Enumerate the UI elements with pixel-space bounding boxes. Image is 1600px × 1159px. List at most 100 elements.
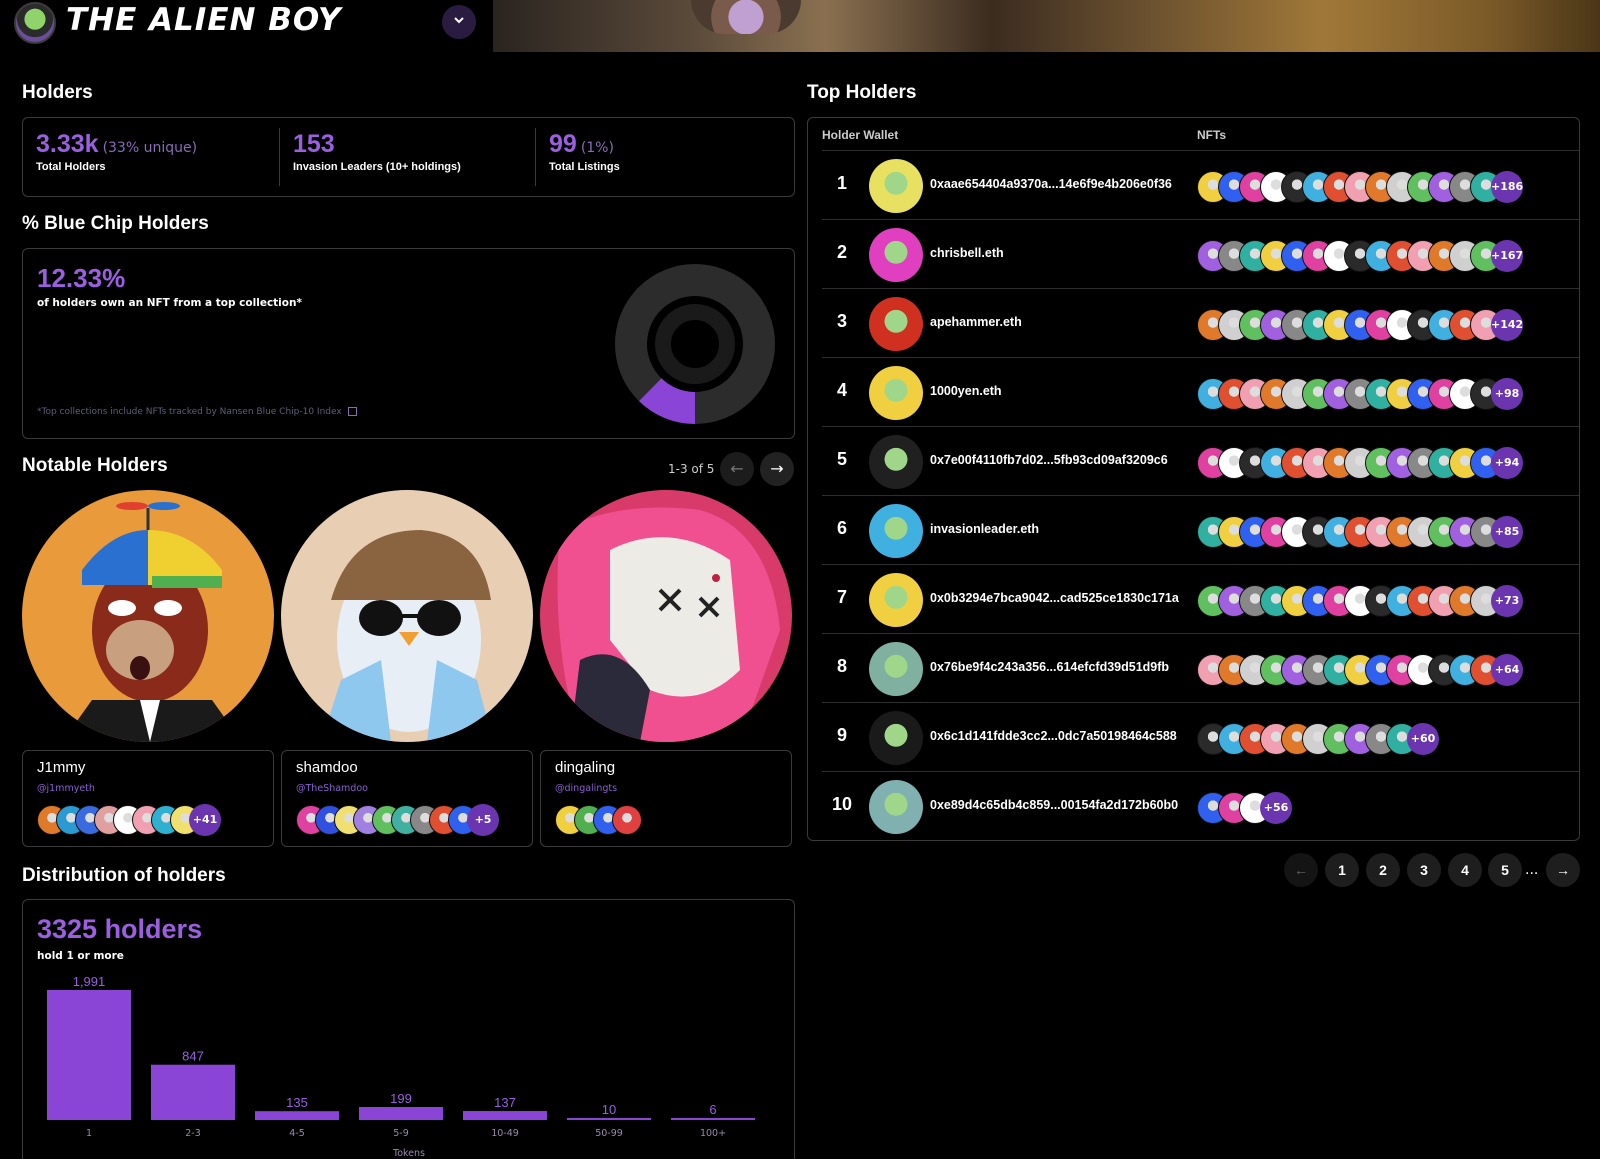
skull-art-avatar-image bbox=[540, 490, 792, 742]
page-2-button[interactable]: 2 bbox=[1366, 853, 1400, 887]
holder-rank: 6 bbox=[836, 518, 847, 538]
holder-wallet[interactable]: 1000yen.eth bbox=[930, 384, 1002, 398]
notable-holder-avatar-3[interactable] bbox=[540, 490, 792, 742]
top-holder-row[interactable]: 10 0xe89d4c65db4c859...00154fa2d172b60b0 +… bbox=[822, 771, 1579, 840]
holder-avatar[interactable] bbox=[869, 711, 923, 765]
nft-thumbnail[interactable] bbox=[612, 805, 642, 835]
total-listings-stat: 99 (1%) Total Listings bbox=[549, 130, 620, 188]
arrow-left-icon: ← bbox=[1294, 862, 1308, 878]
holder-wallet[interactable]: 0x76be9f4c243a356...614efcfd39d51d9fb bbox=[930, 660, 1169, 674]
page-3-button[interactable]: 3 bbox=[1407, 853, 1441, 887]
divider bbox=[279, 128, 280, 186]
external-link-icon[interactable] bbox=[347, 407, 357, 416]
blue-chip-note: *Top collections include NFTs tracked by… bbox=[37, 407, 357, 417]
holder-nfts: +64 bbox=[1197, 652, 1557, 686]
more-nfts-badge[interactable]: +60 bbox=[1407, 723, 1439, 755]
notable-next-button[interactable]: → bbox=[760, 452, 794, 486]
holder-avatar[interactable] bbox=[869, 780, 923, 834]
more-nfts-badge[interactable]: +56 bbox=[1260, 792, 1292, 824]
holder-wallet[interactable]: chrisbell.eth bbox=[930, 246, 1004, 260]
holder-nfts: +98 bbox=[1197, 376, 1557, 410]
collection-header: THE ALIEN BOY bbox=[0, 0, 493, 52]
total-holders-value: 3.33k bbox=[36, 130, 99, 158]
holder-wallet[interactable]: 0x7e00f4110fb7d02...5fb93cd09af3209c6 bbox=[930, 453, 1168, 467]
top-holder-row[interactable]: 7 0x0b3294e7bca9042...cad525ce1830c171a +7… bbox=[822, 564, 1579, 633]
holder-wallet[interactable]: 0xe89d4c65db4c859...00154fa2d172b60b0 bbox=[930, 798, 1178, 812]
more-nfts-badge[interactable]: +5 bbox=[467, 804, 499, 836]
more-nfts-badge[interactable]: +98 bbox=[1491, 378, 1523, 410]
holder-wallet[interactable]: 0xaae654404a9370a...14e6f9e4b206e0f36 bbox=[930, 177, 1172, 191]
notable-holders-range: 1-3 of 5 bbox=[668, 462, 715, 476]
more-nfts-badge[interactable]: +186 bbox=[1491, 171, 1523, 203]
ape-avatar-image bbox=[62, 502, 242, 742]
more-nfts-badge[interactable]: +85 bbox=[1491, 516, 1523, 548]
collection-avatar bbox=[14, 2, 56, 44]
holder-avatar[interactable] bbox=[869, 573, 923, 627]
notable-holders-title: Notable Holders bbox=[22, 455, 168, 476]
col-nfts[interactable]: NFTs bbox=[1197, 128, 1226, 142]
page-next-button[interactable]: → bbox=[1546, 853, 1580, 887]
top-holder-row[interactable]: 1 0xaae654404a9370a...14e6f9e4b206e0f36 +1… bbox=[822, 150, 1579, 219]
holder-avatar[interactable] bbox=[869, 228, 923, 282]
holder-wallet[interactable]: invasionleader.eth bbox=[930, 522, 1039, 536]
notable-holder-name: shamdoo bbox=[296, 759, 358, 776]
page-5-button[interactable]: 5 bbox=[1488, 853, 1522, 887]
distribution-bar bbox=[47, 990, 131, 1120]
more-nfts-badge[interactable]: +64 bbox=[1491, 654, 1523, 686]
total-holders-stat: 3.33k (33% unique) Total Holders bbox=[36, 130, 197, 188]
penguin-avatar-image bbox=[321, 530, 493, 742]
top-holder-row[interactable]: 8 0x76be9f4c243a356...614efcfd39d51d9fb +6… bbox=[822, 633, 1579, 702]
notable-holder-handle[interactable]: @dingalingts bbox=[555, 783, 617, 794]
holder-rank: 10 bbox=[831, 794, 853, 814]
notable-prev-button[interactable]: ← bbox=[720, 452, 754, 486]
collection-dropdown-button[interactable] bbox=[442, 5, 476, 39]
holder-rank: 2 bbox=[836, 242, 847, 262]
holder-nfts: +56 bbox=[1197, 790, 1557, 824]
more-nfts-badge[interactable]: +73 bbox=[1491, 585, 1523, 617]
page-prev-button[interactable]: ← bbox=[1284, 853, 1318, 887]
more-nfts-badge[interactable]: +94 bbox=[1491, 447, 1523, 479]
collection-banner bbox=[493, 0, 1600, 52]
holders-title: Holders bbox=[22, 82, 93, 103]
top-holder-row[interactable]: 5 0x7e00f4110fb7d02...5fb93cd09af3209c6 +9… bbox=[822, 426, 1579, 495]
more-nfts-badge[interactable]: +167 bbox=[1491, 240, 1523, 272]
holder-wallet[interactable]: 0x6c1d141fdde3cc2...0dc7a50198464c588 bbox=[930, 729, 1177, 743]
bar-value-label: 135 bbox=[286, 1095, 308, 1110]
bar-value-label: 847 bbox=[182, 1049, 204, 1064]
holder-avatar[interactable] bbox=[869, 504, 923, 558]
col-holder-wallet[interactable]: Holder Wallet bbox=[822, 128, 898, 142]
arrow-left-icon: ← bbox=[730, 459, 744, 478]
top-holder-row[interactable]: 2 chrisbell.eth +167 bbox=[822, 219, 1579, 288]
holder-nfts: +60 bbox=[1197, 721, 1557, 755]
holder-avatar[interactable] bbox=[869, 366, 923, 420]
top-holder-row[interactable]: 9 0x6c1d141fdde3cc2...0dc7a50198464c588 +6… bbox=[822, 702, 1579, 771]
notable-holder-avatar-1[interactable] bbox=[22, 490, 274, 742]
holder-avatar[interactable] bbox=[869, 159, 923, 213]
holder-wallet[interactable]: 0x0b3294e7bca9042...cad525ce1830c171a bbox=[930, 591, 1179, 605]
holder-wallet[interactable]: apehammer.eth bbox=[930, 315, 1022, 329]
page-4-button[interactable]: 4 bbox=[1448, 853, 1482, 887]
distribution-bar bbox=[151, 1064, 235, 1120]
top-holder-row[interactable]: 6 invasionleader.eth +85 bbox=[822, 495, 1579, 564]
holder-nfts: +73 bbox=[1197, 583, 1557, 617]
holder-avatar[interactable] bbox=[869, 435, 923, 489]
total-listings-note: (1%) bbox=[580, 140, 614, 156]
divider bbox=[535, 128, 536, 186]
top-holder-row[interactable]: 4 1000yen.eth +98 bbox=[822, 357, 1579, 426]
holder-avatar[interactable] bbox=[869, 297, 923, 351]
bar-value-label: 137 bbox=[494, 1095, 516, 1110]
distribution-subtitle: hold 1 or more bbox=[37, 950, 124, 962]
holder-avatar[interactable] bbox=[869, 642, 923, 696]
more-nfts-badge[interactable]: +41 bbox=[189, 804, 221, 836]
notable-holder-card-3[interactable]: dingaling @dingalingts bbox=[540, 750, 792, 847]
notable-holder-handle[interactable]: @j1mmyeth bbox=[37, 783, 95, 794]
blue-chip-subtitle: of holders own an NFT from a top collect… bbox=[37, 297, 302, 309]
notable-holder-card-1[interactable]: J1mmy @j1mmyeth +41 bbox=[22, 750, 274, 847]
arrow-right-icon: → bbox=[770, 459, 784, 478]
top-holder-row[interactable]: 3 apehammer.eth +142 bbox=[822, 288, 1579, 357]
page-1-button[interactable]: 1 bbox=[1325, 853, 1359, 887]
more-nfts-badge[interactable]: +142 bbox=[1491, 309, 1523, 341]
notable-holder-avatar-2[interactable] bbox=[281, 490, 533, 742]
notable-holder-card-2[interactable]: shamdoo @TheShamdoo +5 bbox=[281, 750, 533, 847]
notable-holder-handle[interactable]: @TheShamdoo bbox=[296, 783, 368, 794]
